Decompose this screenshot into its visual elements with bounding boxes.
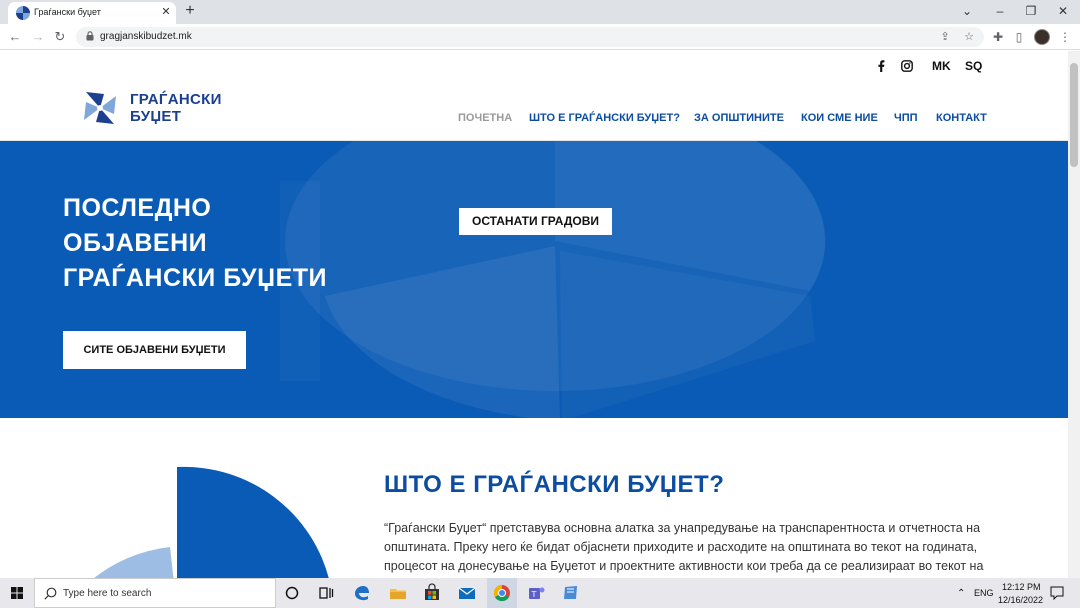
- search-placeholder: Type here to search: [63, 588, 152, 599]
- nav-home[interactable]: ПОЧЕТНА: [458, 112, 512, 124]
- body-line-2: општината. Преку него ќе бидат објаснети…: [384, 540, 978, 554]
- new-tab-button[interactable]: +: [181, 2, 199, 20]
- search-icon: [44, 587, 57, 600]
- language-sq[interactable]: SQ: [965, 59, 982, 73]
- hero-title: ПОСЛЕДНО ОБЈАВЕНИ ГРАЃАНСКИ БУЏЕТИ: [63, 191, 327, 296]
- chrome-icon[interactable]: [490, 581, 514, 605]
- hero-title-line-3: ГРАЃАНСКИ БУЏЕТИ: [63, 264, 327, 292]
- profile-avatar[interactable]: [1034, 29, 1050, 45]
- logo-wordmark[interactable]: ГРАЃАНСКИ БУЏЕТ: [130, 91, 222, 125]
- notifications-icon[interactable]: [1050, 586, 1064, 600]
- tray-time[interactable]: 12:12 PM: [1002, 582, 1041, 592]
- intro-pie-graphic: [94, 466, 329, 578]
- share-icon[interactable]: ⇪: [938, 30, 952, 44]
- url-text[interactable]: gragjanskibudzet.mk: [100, 31, 192, 42]
- page-scrollbar[interactable]: [1068, 51, 1080, 578]
- tray-date[interactable]: 12/16/2022: [998, 595, 1043, 605]
- cortana-icon[interactable]: [280, 581, 304, 605]
- lock-icon: [86, 31, 94, 41]
- tab-strip: Граѓански буџет ✕ + ⌄ – ❐ ✕: [0, 0, 1080, 24]
- logo-line-2: БУЏЕТ: [130, 108, 182, 125]
- web-page: MK SQ ГРАЃАНСКИ БУЏЕТ ПОЧЕТНА ШТО Е ГРАЃ…: [0, 51, 1068, 578]
- other-cities-button[interactable]: ОСТАНАТИ ГРАДОВИ: [459, 208, 612, 235]
- windows-start-icon[interactable]: [0, 578, 34, 608]
- address-bar[interactable]: gragjanskibudzet.mk ⇪ ☆: [76, 27, 984, 47]
- nav-faq[interactable]: ЧПП: [894, 112, 918, 124]
- instagram-icon[interactable]: [901, 60, 913, 72]
- section-body: “Граѓански Буџет“ претставува основна ал…: [384, 519, 996, 576]
- minimize-button[interactable]: –: [983, 0, 1017, 24]
- nav-municipalities[interactable]: ЗА ОПШТИНИТЕ: [694, 112, 784, 124]
- logo-pinwheel-icon[interactable]: [80, 88, 120, 128]
- hero-pie-background: [285, 141, 826, 418]
- svg-text:T: T: [531, 590, 537, 599]
- tray-language[interactable]: ENG: [974, 588, 994, 598]
- maximize-button[interactable]: ❐: [1014, 0, 1048, 24]
- tab-search-icon[interactable]: ⌄: [950, 0, 984, 24]
- tray-overflow-icon[interactable]: ⌃: [957, 588, 965, 599]
- facebook-icon[interactable]: [876, 60, 886, 72]
- language-mk[interactable]: MK: [932, 59, 951, 73]
- nav-contact[interactable]: КОНТАКТ: [936, 112, 987, 124]
- close-tab-icon[interactable]: ✕: [159, 5, 173, 19]
- side-panel-icon[interactable]: ▯: [1011, 29, 1027, 45]
- section-title: ШТО Е ГРАЃАНСКИ БУЏЕТ?: [384, 471, 725, 498]
- all-budgets-button[interactable]: СИТЕ ОБЈАВЕНИ БУЏЕТИ: [63, 331, 246, 369]
- browser-tab[interactable]: Граѓански буџет ✕: [8, 2, 176, 24]
- back-arrow-icon[interactable]: ←: [6, 28, 24, 46]
- bookmark-star-icon[interactable]: ☆: [962, 30, 976, 44]
- body-line-3: процесот на донесување на Буџетот и прое…: [384, 559, 984, 573]
- notes-app-icon[interactable]: [559, 581, 583, 605]
- taskbar-search-box[interactable]: Type here to search: [34, 578, 276, 608]
- reload-icon[interactable]: ↻: [51, 28, 69, 46]
- edge-browser-icon[interactable]: [350, 581, 374, 605]
- scrollbar-thumb[interactable]: [1070, 63, 1078, 167]
- extensions-puzzle-icon[interactable]: ✚: [990, 29, 1006, 45]
- tab-title: Граѓански буџет: [34, 7, 101, 17]
- mail-icon[interactable]: [455, 581, 479, 605]
- hero-title-line-2: ОБЈАВЕНИ: [63, 229, 208, 257]
- task-view-icon[interactable]: [314, 581, 338, 605]
- nav-what-is-budget[interactable]: ШТО Е ГРАЃАНСКИ БУЏЕТ?: [529, 112, 680, 124]
- forward-arrow-icon[interactable]: →: [29, 28, 47, 46]
- site-favicon: [16, 6, 30, 20]
- teams-icon[interactable]: T: [524, 581, 548, 605]
- body-line-1: “Граѓански Буџет“ претставува основна ал…: [384, 521, 981, 535]
- hero-title-line-1: ПОСЛЕДНО: [63, 194, 212, 222]
- windows-taskbar: Type here to search T ⌃ ENG 12:12 PM 12/…: [0, 578, 1080, 608]
- hero-banner: ПОСЛЕДНО ОБЈАВЕНИ ГРАЃАНСКИ БУЏЕТИ СИТЕ …: [0, 141, 1068, 418]
- nav-about-us[interactable]: КОИ СМЕ НИЕ: [801, 112, 878, 124]
- logo-line-1: ГРАЃАНСКИ: [130, 91, 222, 108]
- browser-toolbar: ← → ↻ gragjanskibudzet.mk ⇪ ☆ ✚ ▯ ⋮: [0, 24, 1080, 50]
- store-icon[interactable]: [420, 581, 444, 605]
- menu-kebab-icon[interactable]: ⋮: [1057, 29, 1073, 45]
- close-window-button[interactable]: ✕: [1046, 0, 1080, 24]
- file-explorer-icon[interactable]: [386, 581, 410, 605]
